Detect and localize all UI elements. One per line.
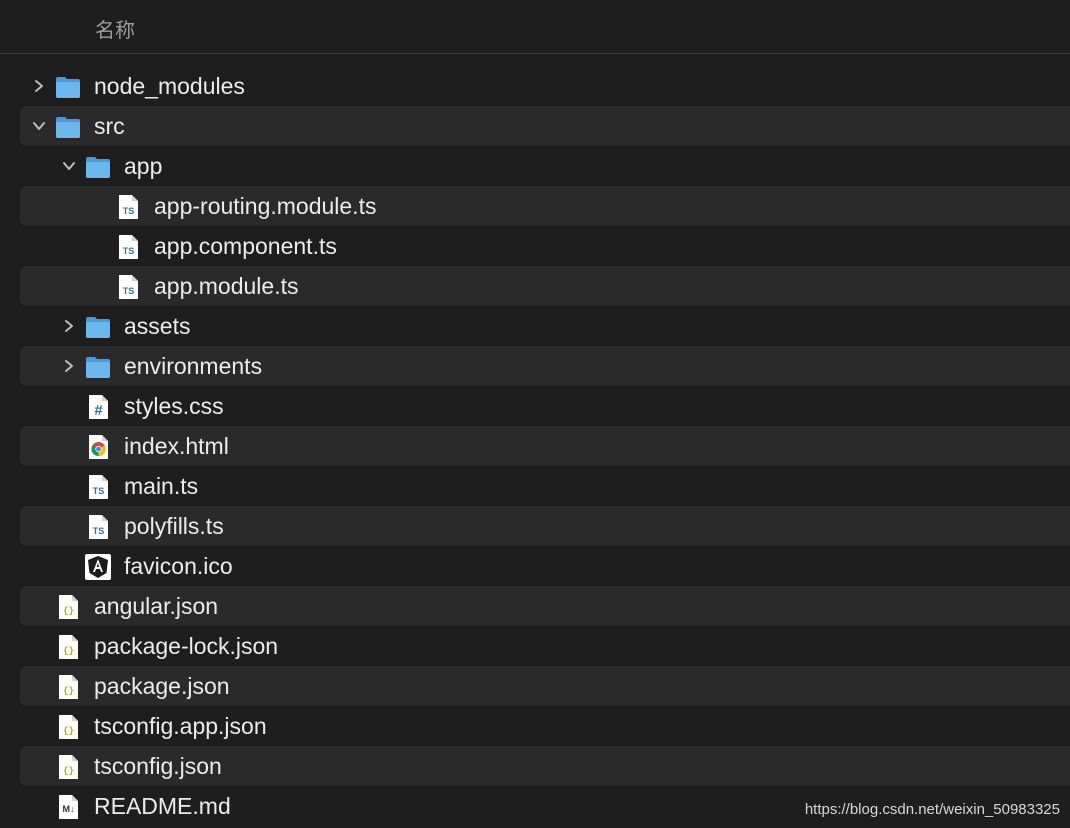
css-file-icon: # (84, 393, 112, 421)
folder-icon (54, 73, 82, 101)
json-file-icon: {} (54, 633, 82, 661)
file-name: styles.css (124, 393, 224, 419)
typescript-file-icon: TS (114, 193, 142, 221)
file-row[interactable]: {} tsconfig.json (20, 746, 1070, 786)
svg-text:{}: {} (63, 686, 74, 696)
file-row[interactable]: TS main.ts (20, 466, 1070, 506)
svg-text:{}: {} (63, 766, 74, 776)
file-row[interactable]: TS app.component.ts (20, 226, 1070, 266)
typescript-file-icon: TS (114, 273, 142, 301)
typescript-file-icon: TS (84, 513, 112, 541)
file-name: polyfills.ts (124, 513, 224, 539)
file-row[interactable]: TS app-routing.module.ts (20, 186, 1070, 226)
file-row[interactable]: node_modules (20, 66, 1070, 106)
svg-text:{}: {} (63, 606, 74, 616)
svg-text:#: # (94, 402, 103, 419)
file-row[interactable]: {} angular.json (20, 586, 1070, 626)
file-name: app.module.ts (154, 273, 299, 299)
file-row[interactable]: src (20, 106, 1070, 146)
chevron-right-icon[interactable] (60, 356, 78, 376)
file-name: package-lock.json (94, 633, 279, 659)
chevron-down-icon[interactable] (60, 156, 78, 176)
json-file-icon: {} (54, 713, 82, 741)
file-row[interactable]: favicon.ico (20, 546, 1070, 586)
folder-icon (54, 113, 82, 141)
file-row[interactable]: {} tsconfig.app.json (20, 706, 1070, 746)
typescript-file-icon: TS (114, 233, 142, 261)
file-name: main.ts (124, 473, 199, 499)
file-name: index.html (124, 433, 229, 459)
file-name: src (94, 113, 125, 139)
file-name: tsconfig.json (94, 753, 222, 779)
file-name: assets (124, 313, 191, 339)
file-row[interactable]: assets (20, 306, 1070, 346)
typescript-file-icon: TS (84, 473, 112, 501)
chevron-right-icon[interactable] (30, 76, 48, 96)
json-file-icon: {} (54, 753, 82, 781)
svg-text:TS: TS (123, 246, 135, 256)
file-name: app (124, 153, 163, 179)
chevron-right-icon[interactable] (60, 316, 78, 336)
file-name: package.json (94, 673, 230, 699)
svg-text:TS: TS (123, 286, 135, 296)
file-row[interactable]: # styles.css (20, 386, 1070, 426)
angular-icon (84, 553, 112, 581)
file-name: README.md (94, 793, 231, 819)
svg-text:{}: {} (63, 726, 74, 736)
name-column-header[interactable]: 名称 (95, 14, 135, 43)
watermark: https://blog.csdn.net/weixin_50983325 (804, 801, 1060, 818)
svg-text:TS: TS (93, 526, 105, 536)
folder-icon (84, 353, 112, 381)
svg-text:TS: TS (123, 206, 135, 216)
chevron-down-icon[interactable] (30, 116, 48, 136)
json-file-icon: {} (54, 673, 82, 701)
file-name: node_modules (94, 73, 245, 99)
file-name: app.component.ts (154, 233, 337, 259)
file-row[interactable]: app (20, 146, 1070, 186)
svg-text:{}: {} (63, 646, 74, 656)
file-row[interactable]: {} package-lock.json (20, 626, 1070, 666)
svg-text:TS: TS (93, 486, 105, 496)
folder-icon (84, 313, 112, 341)
file-name: angular.json (94, 593, 219, 619)
json-file-icon: {} (54, 593, 82, 621)
file-row[interactable]: index.html (20, 426, 1070, 466)
markdown-file-icon: M↓ (54, 793, 82, 821)
file-name: favicon.ico (124, 553, 233, 579)
svg-text:M↓: M↓ (63, 804, 75, 814)
file-row[interactable]: TS polyfills.ts (20, 506, 1070, 546)
column-header: 名称 (0, 0, 1070, 54)
file-name: tsconfig.app.json (94, 713, 267, 739)
folder-icon (84, 153, 112, 181)
file-name: environments (124, 353, 263, 379)
file-row[interactable]: TS app.module.ts (20, 266, 1070, 306)
file-row[interactable]: {} package.json (20, 666, 1070, 706)
chrome-html-file-icon (84, 433, 112, 461)
file-row[interactable]: environments (20, 346, 1070, 386)
file-list: node_modulessrc app TS app-routing.module.t… (20, 66, 1070, 826)
file-name: app-routing.module.ts (154, 193, 377, 219)
